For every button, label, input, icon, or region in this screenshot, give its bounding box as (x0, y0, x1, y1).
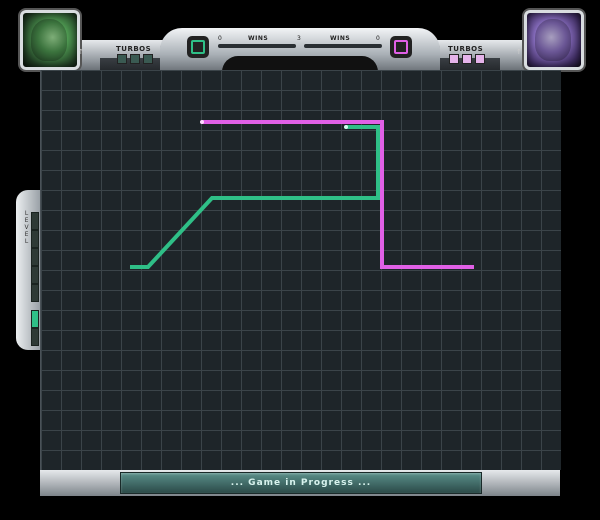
light-trails (130, 120, 474, 269)
level-segment (31, 212, 39, 230)
player1-wins-label: WINS (248, 35, 269, 42)
player2-portrait (524, 10, 584, 70)
player2-turbo-slot (475, 54, 485, 64)
player1-trail-path (130, 125, 380, 269)
player2-color-icon (390, 36, 412, 58)
player2-trail (202, 120, 474, 269)
player2-trail-path (202, 120, 474, 269)
player2-turbo-slot (449, 54, 459, 64)
player2-wins-count: 0 (376, 35, 380, 42)
level-segment (31, 284, 39, 302)
player1-turbo-slot (143, 54, 153, 64)
player1-wins-count: 0 (218, 35, 222, 42)
level-segment (31, 328, 39, 346)
player1-color-icon (187, 36, 209, 58)
player1-wins-bar (218, 44, 296, 48)
player1-head (344, 125, 348, 129)
player2-wins-label: WINS (330, 35, 351, 42)
player1-trail (130, 125, 380, 269)
player2-wins-bar (304, 44, 382, 48)
level-segment (31, 230, 39, 248)
player1-antenna-icon: ↑ (78, 48, 84, 56)
level-label: LEVEL (23, 210, 30, 245)
player1-turbo-slot (130, 54, 140, 64)
level-segment (31, 266, 39, 284)
status-panel: ... Game in Progress ... (120, 472, 482, 494)
player1-turbo-indicators (117, 54, 153, 64)
player2-turbo-indicators (449, 54, 485, 64)
level-segment-active (31, 310, 39, 328)
player1-turbos-label: TURBOS (116, 45, 152, 53)
level-segment (31, 248, 39, 266)
player2-turbo-slot (462, 54, 472, 64)
round-number: 3 (297, 35, 301, 42)
player2-turbos-label: TURBOS (448, 45, 484, 53)
player2-head (200, 120, 204, 124)
player1-turbo-slot (117, 54, 127, 64)
player2-antenna-icon: ↑ (516, 48, 522, 56)
player1-portrait (20, 10, 80, 70)
status-text: ... Game in Progress ... (230, 478, 372, 488)
